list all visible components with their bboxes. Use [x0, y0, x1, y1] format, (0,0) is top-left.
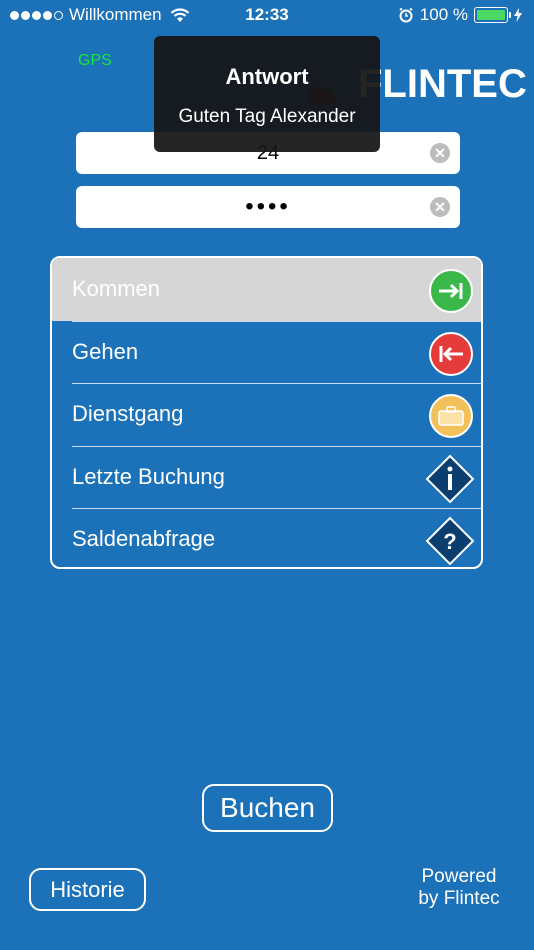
alarm-icon [399, 7, 413, 23]
powered-line-2: by Flintec [418, 888, 500, 909]
svg-text:?: ? [443, 529, 456, 554]
question-icon: ? [425, 516, 475, 566]
arrow-left-from-bar-icon [429, 331, 473, 376]
battery-percent: 100 % [419, 5, 468, 24]
clear-password-icon[interactable]: ✕ [430, 197, 450, 217]
password-field[interactable]: •••• ✕ [76, 186, 460, 228]
response-toast: Antwort Guten Tag Alexander [154, 36, 380, 152]
battery-icon [474, 7, 511, 23]
arrow-right-to-bar-icon [429, 269, 473, 313]
menu-item-label: Dienstgang [72, 401, 184, 427]
menu-item-label: Gehen [72, 338, 139, 364]
menu-item-saldenabfrage[interactable]: Saldenabfrage ? [52, 508, 481, 567]
password-value: •••• [245, 193, 291, 220]
status-right: 100 % [398, 5, 522, 25]
clear-user-icon[interactable]: ✕ [430, 143, 450, 163]
powered-by-text: Powered by Flintec [400, 866, 518, 910]
menu-item-kommen[interactable]: Kommen [52, 258, 481, 321]
logo-text: FLINTEC [358, 62, 527, 106]
charging-bolt-icon [514, 8, 522, 22]
status-bar: Willkommen 12:33 100 % [0, 0, 534, 30]
toast-title: Antwort [225, 64, 309, 89]
booking-menu: Kommen Gehen Dienstgang Letzte Buchung S… [50, 256, 483, 569]
info-icon [425, 454, 475, 504]
menu-item-label: Letzte Buchung [72, 463, 225, 489]
menu-item-letzte-buchung[interactable]: Letzte Buchung [52, 445, 481, 509]
menu-item-dienstgang[interactable]: Dienstgang [52, 383, 481, 446]
buchen-button[interactable]: Buchen [202, 784, 333, 832]
briefcase-icon [429, 394, 473, 438]
menu-item-gehen[interactable]: Gehen [52, 320, 481, 384]
powered-line-1: Powered [421, 866, 497, 887]
menu-item-label: Kommen [72, 276, 161, 302]
toast-message: Guten Tag Alexander [178, 106, 356, 127]
gps-indicator: GPS [78, 52, 112, 69]
menu-item-label: Saldenabfrage [72, 526, 216, 552]
historie-button[interactable]: Historie [29, 868, 146, 911]
